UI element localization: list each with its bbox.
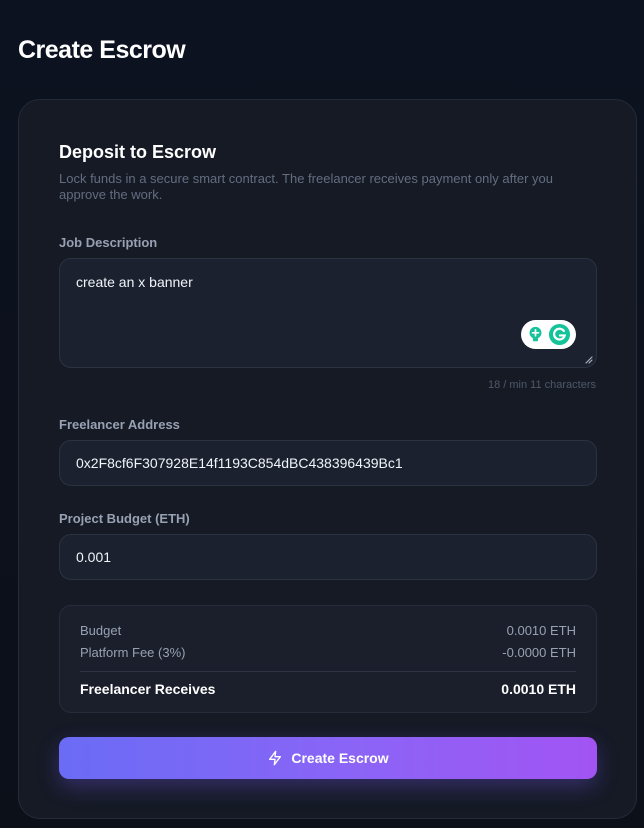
project-budget-input[interactable]: 0.001 [59,534,597,580]
freelancer-address-label: Freelancer Address [59,417,180,432]
resize-handle-icon[interactable] [584,355,593,364]
escrow-card: Deposit to Escrow Lock funds in a secure… [18,99,637,819]
freelancer-address-input[interactable]: 0x2F8cf6F307928E14f1193C854dBC438396439B… [59,440,597,486]
create-escrow-button[interactable]: Create Escrow [59,737,597,779]
summary-row-receives: Freelancer Receives 0.0010 ETH [80,681,576,697]
summary-receives-value: 0.0010 ETH [501,681,576,697]
page-title: Create Escrow [18,36,186,64]
summary-divider [80,671,576,672]
character-counter: 18 / min 11 characters [487,379,596,391]
payment-summary: Budget 0.0010 ETH Platform Fee (3%) -0.0… [59,605,597,713]
grammarly-widget[interactable] [521,320,576,349]
section-title: Deposit to Escrow [59,142,217,162]
job-description-textarea[interactable]: create an x banner [59,258,597,368]
freelancer-address-value: 0x2F8cf6F307928E14f1193C854dBC438396439B… [76,455,403,471]
project-budget-label: Project Budget (ETH) [59,511,190,526]
summary-row-budget: Budget 0.0010 ETH [80,623,576,638]
grammarly-icon[interactable] [548,323,571,346]
summary-receives-label: Freelancer Receives [80,681,216,697]
project-budget-value: 0.001 [76,549,112,565]
section-description: Lock funds in a secure smart contract. T… [59,171,553,202]
lightbulb-icon[interactable] [527,326,544,343]
summary-fee-label: Platform Fee (3%) [80,645,186,660]
summary-budget-value: 0.0010 ETH [506,623,576,638]
lightning-icon [269,750,282,766]
create-escrow-label: Create Escrow [291,750,389,766]
summary-fee-value: -0.0000 ETH [502,645,576,660]
page: Create Escrow Deposit to Escrow Lock fun… [0,0,644,828]
job-description-label: Job Description [59,235,158,250]
job-description-value: create an x banner [76,274,193,290]
summary-budget-label: Budget [80,623,122,638]
summary-row-fee: Platform Fee (3%) -0.0000 ETH [80,645,576,660]
